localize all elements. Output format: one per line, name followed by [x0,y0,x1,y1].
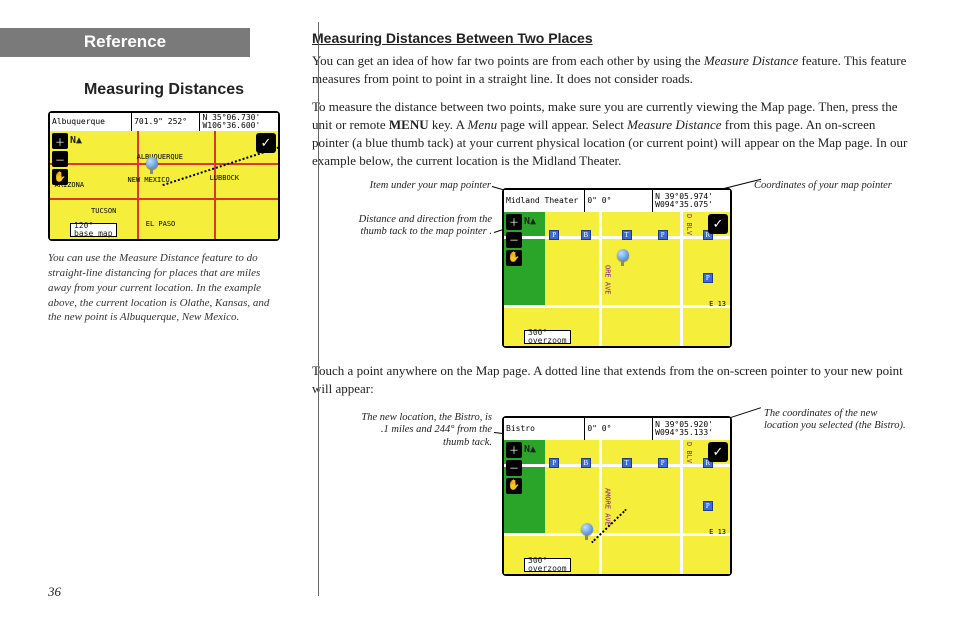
paragraph-1: You can get an idea of how far two point… [312,52,914,88]
hand-icon[interactable]: ✋ [52,169,68,185]
thumb-tack-icon [581,523,593,535]
scale-label: overzoom [528,337,567,345]
map-label-elpaso: EL PASO [146,220,176,228]
street-label: AMORE AVE [603,488,611,526]
hand-icon[interactable]: ✋ [506,250,522,266]
north-icon: N▲ [524,216,536,227]
gps-coords: N 35°06.730' W106°36.600' [202,114,276,130]
reference-banner: Reference [0,28,250,57]
gps-topbar-fig2: Bistro 0" 0° N 39°05.920' W094°35.133' [504,418,730,440]
thumb-tack-icon [146,157,158,169]
map-label-nm: NEW MEXICO [128,176,170,184]
zoom-out-icon[interactable]: － [506,232,522,248]
gps-coords-f1: N 39°05.974' W094°35.075' [655,193,728,209]
check-icon[interactable]: ✓ [708,442,728,462]
poi-icon: P [658,230,668,240]
poi-icon: T [622,458,632,468]
left-subheading: Measuring Distances [48,81,280,99]
p2c: page will appear. Select [497,117,627,132]
gps-map: ALBUQUERQUE NEW MEXICO ARIZONA LUBBOCK T… [50,131,278,239]
gps-coords-f2: N 39°05.920' W094°35.133' [655,421,728,437]
p2b: key. A [429,117,468,132]
street-label: D BLV [685,214,693,235]
map-label-lubbock: LUBBOCK [210,174,240,182]
check-icon[interactable]: ✓ [708,214,728,234]
gps-distdir-f2: 0" 0° [587,425,650,433]
gps-map-f1: P B T P R P ORE AVE D BLV E 13 ＋ － ✋ [504,212,730,346]
poi-icon: B [581,230,591,240]
gps-item-title-f2: Bistro [506,425,582,433]
left-caption: You can use the Measure Distance feature… [48,251,280,325]
paragraph-3: Touch a point anywhere on the Map page. … [312,362,914,398]
street-label: D BLV [685,442,693,463]
zoom-in-icon[interactable]: ＋ [506,214,522,230]
zoom-out-icon[interactable]: － [506,460,522,476]
map-label-albuquerque: ALBUQUERQUE [137,153,183,161]
p2-key: MENU [389,117,429,132]
section-title: Measuring Distances Between Two Places [312,30,914,46]
figure-2: The new location, the Bistro, is .1 mile… [312,408,914,583]
gps-item-title: Albuquerque [52,118,129,126]
gps-topbar: Albuquerque 701.9" 252° N 35°06.730' W10… [50,113,278,131]
zoom-in-icon[interactable]: ＋ [506,442,522,458]
callout-dist-dir: Distance and direction from the thumb ta… [340,214,492,239]
gps-topbar-fig1: Midland Theater 0" 0° N 39°05.974' W094°… [504,190,730,212]
p2-em2: Measure Distance [627,117,721,132]
north-icon: N▲ [524,444,536,455]
scale-bar-f2: 300° overzoom [524,558,571,572]
zoom-out-icon[interactable]: － [52,151,68,167]
gps-sidebar-f2: ＋ － ✋ [506,442,522,494]
p1a: You can get an idea of how far two point… [312,53,704,68]
callout-bistro-coords: The coordinates of the new location you … [764,408,914,433]
check-icon[interactable]: ✓ [256,133,276,153]
gps-distdir-f1: 0" 0° [587,197,650,205]
hand-icon[interactable]: ✋ [506,478,522,494]
page-number: 36 [48,584,61,600]
gps-screenshot-left: Albuquerque 701.9" 252° N 35°06.730' W10… [48,111,280,241]
callout-item-pointer: Item under your map pointer [326,180,491,193]
gps-sidebar-f1: ＋ － ✋ [506,214,522,266]
poi-icon: B [581,458,591,468]
poi-icon: T [622,230,632,240]
poi-icon: P [703,273,713,283]
scale-bar: 120° base map [70,223,117,237]
poi-icon: P [549,458,559,468]
gps-map-f2: P B T P R P AMORE AVE D BLV E 13 ＋ － [504,440,730,574]
gps-distdir: 701.9" 252° [134,118,197,126]
gps-screenshot-fig1: Midland Theater 0" 0° N 39°05.974' W094°… [502,188,732,348]
scale-bar-f1: 300° overzoom [524,330,571,344]
gps-item-title-f1: Midland Theater [506,197,582,205]
north-icon: N▲ [70,135,82,146]
paragraph-2: To measure the distance between two poin… [312,98,914,170]
zoom-in-icon[interactable]: ＋ [52,133,68,149]
p1-em: Measure Distance [704,53,798,68]
poi-icon: P [658,458,668,468]
callout-coords: Coordinates of your map pointer [754,180,914,193]
street-label: ORE AVE [603,265,611,295]
callout-bistro: The new location, the Bistro, is .1 mile… [356,412,492,450]
gps-sidebar: ＋ － ✋ [52,133,68,185]
route-label: E 13 [709,300,726,308]
map-label-tucson: TUCSON [91,207,116,215]
scale-label: base map [74,230,113,238]
thumb-tack-icon [617,249,629,261]
poi-icon: P [549,230,559,240]
poi-icon: P [703,501,713,511]
route-label: E 13 [709,528,726,536]
figure-1: Item under your map pointer Distance and… [312,180,914,360]
gps-screenshot-fig2: Bistro 0" 0° N 39°05.920' W094°35.133' P… [502,416,732,576]
p2-em1: Menu [468,117,498,132]
scale-label: overzoom [528,565,567,573]
